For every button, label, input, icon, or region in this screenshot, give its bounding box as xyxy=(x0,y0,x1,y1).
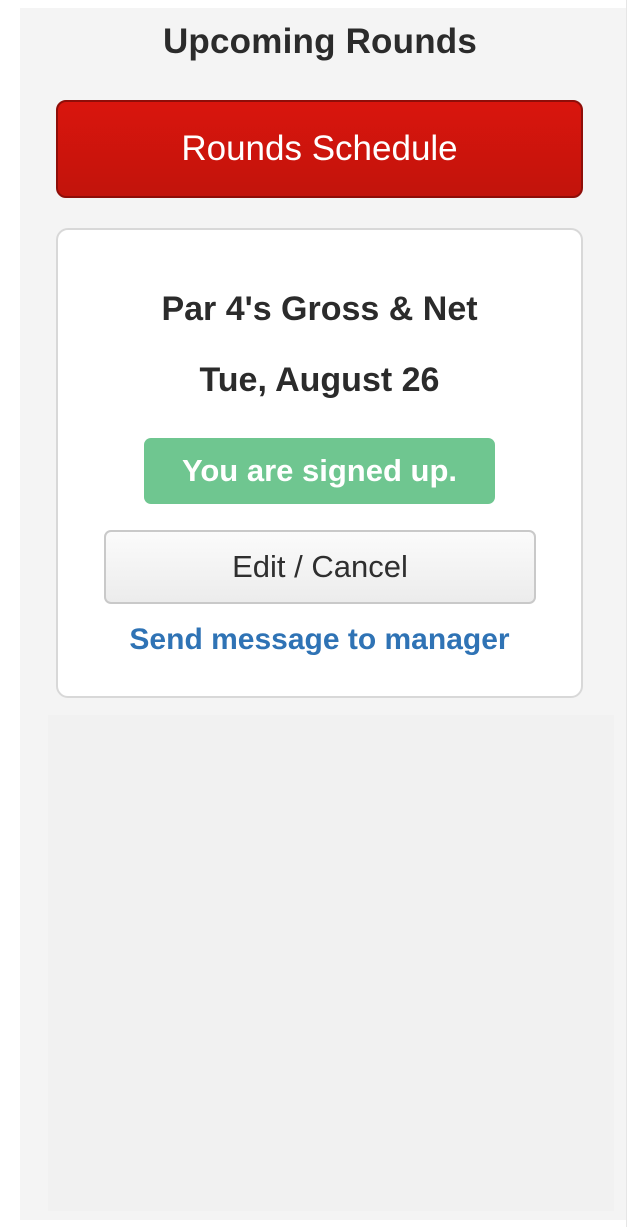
signed-up-status-badge: You are signed up. xyxy=(144,438,495,504)
panel-edge xyxy=(626,0,636,1227)
send-message-link[interactable]: Send message to manager xyxy=(58,623,581,657)
edit-cancel-button[interactable]: Edit / Cancel xyxy=(104,530,536,604)
round-name: Par 4's Gross & Net xyxy=(161,290,478,328)
round-date: Tue, August 26 xyxy=(199,361,440,399)
page: Upcoming Rounds Rounds Schedule Par 4's … xyxy=(0,0,636,1227)
rounds-schedule-button[interactable]: Rounds Schedule xyxy=(56,100,583,198)
upcoming-rounds-heading: Upcoming Rounds xyxy=(162,22,478,61)
round-card: Par 4's Gross & Net Tue, August 26 You a… xyxy=(56,228,583,698)
empty-content-area xyxy=(48,715,614,1211)
